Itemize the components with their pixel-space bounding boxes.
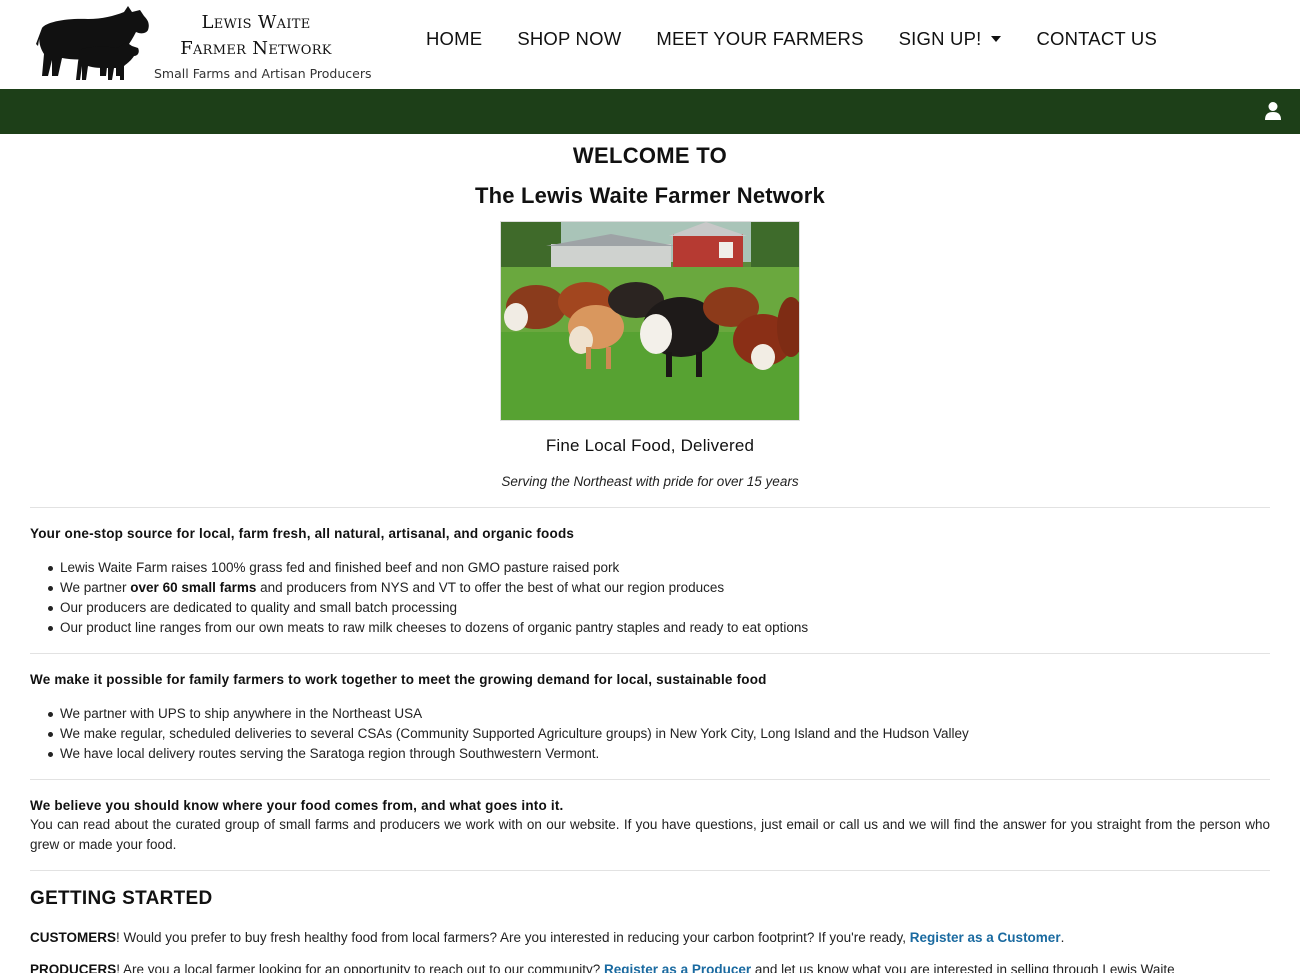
site-logo[interactable]: Lewis Waite Farmer Network Small Farms a… — [36, 4, 376, 84]
logo-title-line2: Farmer Network — [180, 38, 332, 59]
list-item: Lewis Waite Farm raises 100% grass fed a… — [47, 558, 808, 578]
site-header: Lewis Waite Farmer Network Small Farms a… — [0, 0, 1300, 89]
nav-home-label: HOME — [426, 28, 483, 49]
section3-body: You can read about the curated group of … — [30, 817, 1270, 852]
caret-down-icon — [991, 36, 1002, 42]
section1-list: Lewis Waite Farm raises 100% grass fed a… — [47, 558, 808, 638]
list-item-text: We partner — [60, 580, 131, 595]
customers-paragraph: CUSTOMERS! Would you prefer to buy fresh… — [30, 928, 1270, 948]
producers-label: PRODUCERS — [30, 962, 117, 973]
divider — [30, 779, 1270, 780]
section2-list: We partner with UPS to ship anywhere in … — [48, 704, 969, 764]
nav-sign-up-label: SIGN UP! — [898, 28, 982, 49]
network-heading: The Lewis Waite Farmer Network — [475, 183, 825, 208]
logo-title: Lewis Waite Farmer Network — [156, 10, 356, 62]
register-producer-link[interactable]: Register as a Producer — [604, 962, 751, 973]
nav-shop-now[interactable]: SHOP NOW — [517, 28, 621, 50]
nav-meet-your-farmers[interactable]: MEET YOUR FARMERS — [656, 28, 863, 50]
logo-tagline: Small Farms and Artisan Producers — [154, 66, 372, 81]
customers-end: . — [1060, 930, 1065, 945]
nav-meet-your-farmers-label: MEET YOUR FARMERS — [656, 28, 864, 49]
user-icon[interactable] — [1264, 101, 1282, 121]
customers-text: ! Would you prefer to buy fresh healthy … — [116, 930, 910, 945]
cow-silhouette-icon — [36, 6, 149, 80]
hero-tagline: Fine Local Food, Delivered — [545, 436, 755, 455]
hero-image-cattle — [500, 221, 800, 421]
section1-title: Your one-stop source for local, farm fre… — [30, 526, 575, 541]
list-item: Our product line ranges from our own mea… — [47, 618, 808, 638]
hero-subtitle: Serving the Northeast with pride for ove… — [501, 474, 799, 489]
list-item: We make regular, scheduled deliveries to… — [48, 724, 969, 744]
nav-sign-up[interactable]: SIGN UP! — [899, 28, 1002, 50]
list-item: We have local delivery routes serving th… — [48, 744, 969, 764]
nav-shop-now-label: SHOP NOW — [517, 28, 622, 49]
divider — [30, 653, 1270, 654]
green-banner — [0, 89, 1300, 134]
producers-paragraph: PRODUCERS! Are you a local farmer lookin… — [30, 960, 1270, 973]
list-item: We partner over 60 small farms and produ… — [47, 578, 808, 598]
list-item: Our producers are dedicated to quality a… — [47, 598, 808, 618]
nav-contact-us[interactable]: CONTACT US — [1036, 28, 1157, 50]
list-item-text: and producers from NYS and VT to offer t… — [256, 580, 725, 595]
divider — [30, 507, 1270, 508]
main-content: WELCOME TO The Lewis Waite Farmer Networ… — [30, 134, 1270, 973]
section3-title: We believe you should know where your fo… — [30, 798, 564, 813]
register-customer-link[interactable]: Register as a Customer — [910, 930, 1061, 945]
list-item-bold: over 60 small farms — [130, 580, 257, 595]
nav-home[interactable]: HOME — [426, 28, 482, 50]
main-nav: HOME SHOP NOW MEET YOUR FARMERS SIGN UP!… — [426, 28, 1192, 50]
divider — [30, 870, 1270, 871]
customers-label: CUSTOMERS — [30, 930, 117, 945]
producers-end: and let us know what you are interested … — [751, 962, 1175, 973]
producers-text: ! Are you a local farmer looking for an … — [116, 962, 605, 973]
getting-started-heading: GETTING STARTED — [30, 888, 213, 909]
list-item: We partner with UPS to ship anywhere in … — [48, 704, 969, 724]
logo-title-line1: Lewis Waite — [201, 12, 311, 33]
nav-contact-us-label: CONTACT US — [1036, 28, 1157, 49]
section2-title: We make it possible for family farmers t… — [30, 672, 767, 687]
welcome-heading: WELCOME TO — [572, 143, 728, 168]
